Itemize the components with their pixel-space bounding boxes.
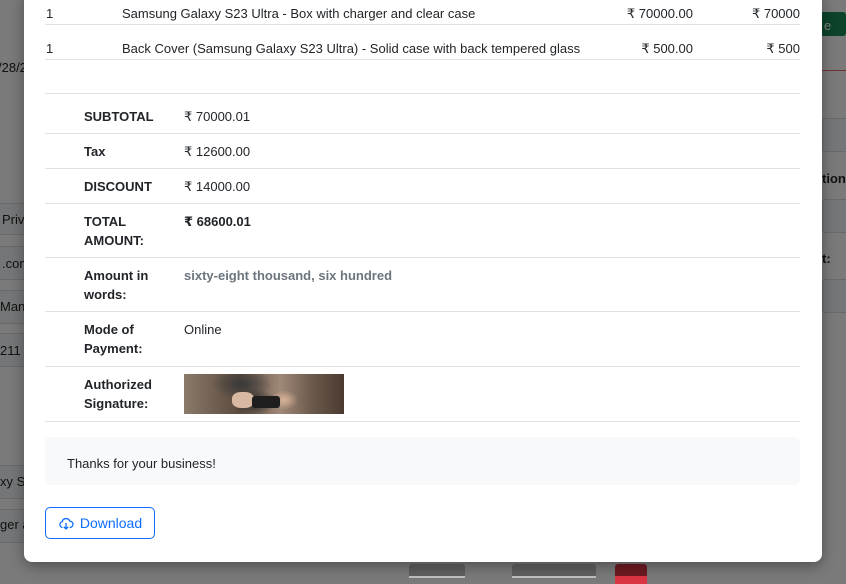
- items-table: 1 Samsung Galaxy S23 Ultra - Box with ch…: [45, 0, 800, 94]
- download-label: Download: [79, 515, 143, 531]
- payment-mode-label: Mode of Payment:: [84, 322, 143, 356]
- item-description: Samsung Galaxy S23 Ultra - Box with char…: [122, 6, 476, 21]
- item-price: ₹ 500.00: [641, 41, 693, 56]
- summary-table: SUBTOTAL ₹ 70000.01 Tax ₹ 12600.00 DISCO…: [45, 99, 800, 422]
- item-qty: 1: [46, 6, 54, 21]
- payment-mode-value: Online: [184, 322, 222, 337]
- invoice-modal: 1 Samsung Galaxy S23 Ultra - Box with ch…: [24, 0, 822, 562]
- item-total: ₹ 500: [766, 41, 800, 56]
- payment-mode-row: Mode of Payment: Online: [45, 312, 800, 367]
- tax-row: Tax ₹ 12600.00: [45, 134, 800, 169]
- signature-image-detail: [232, 392, 254, 408]
- tax-value: ₹ 12600.00: [184, 144, 251, 159]
- table-row: 1 Back Cover (Samsung Galaxy S23 Ultra) …: [45, 25, 800, 60]
- subtotal-row: SUBTOTAL ₹ 70000.01: [45, 99, 800, 134]
- total-value: ₹ 68600.01: [184, 214, 251, 229]
- thanks-note: Thanks for your business!: [45, 437, 800, 485]
- cloud-download-icon: [59, 517, 74, 530]
- item-total: ₹ 70000: [751, 6, 800, 21]
- total-row: TOTAL AMOUNT: ₹ 68600.01: [45, 204, 800, 258]
- thanks-text: Thanks for your business!: [67, 456, 216, 471]
- tax-label: Tax: [84, 144, 106, 159]
- amount-words-value: sixty-eight thousand, six hundred: [184, 268, 393, 283]
- signature-image-detail: [252, 396, 280, 408]
- table-spacer-row: [45, 60, 800, 94]
- amount-words-row: Amount in words: sixty-eight thousand, s…: [45, 258, 800, 312]
- item-description: Back Cover (Samsung Galaxy S23 Ultra) - …: [122, 41, 581, 56]
- signature-row: Authorized Signature:: [45, 367, 800, 422]
- discount-row: DISCOUNT ₹ 14000.00: [45, 169, 800, 204]
- signature-image: [184, 374, 344, 414]
- amount-words-label: Amount in words:: [84, 268, 149, 302]
- item-price: ₹ 70000.00: [626, 6, 693, 21]
- table-row: 1 Samsung Galaxy S23 Ultra - Box with ch…: [45, 0, 800, 25]
- discount-value: ₹ 14000.00: [184, 179, 251, 194]
- download-button[interactable]: Download: [45, 507, 155, 539]
- item-qty: 1: [46, 41, 54, 56]
- subtotal-value: ₹ 70000.01: [184, 109, 251, 124]
- signature-label: Authorized Signature:: [84, 377, 152, 411]
- total-label: TOTAL AMOUNT:: [84, 214, 144, 248]
